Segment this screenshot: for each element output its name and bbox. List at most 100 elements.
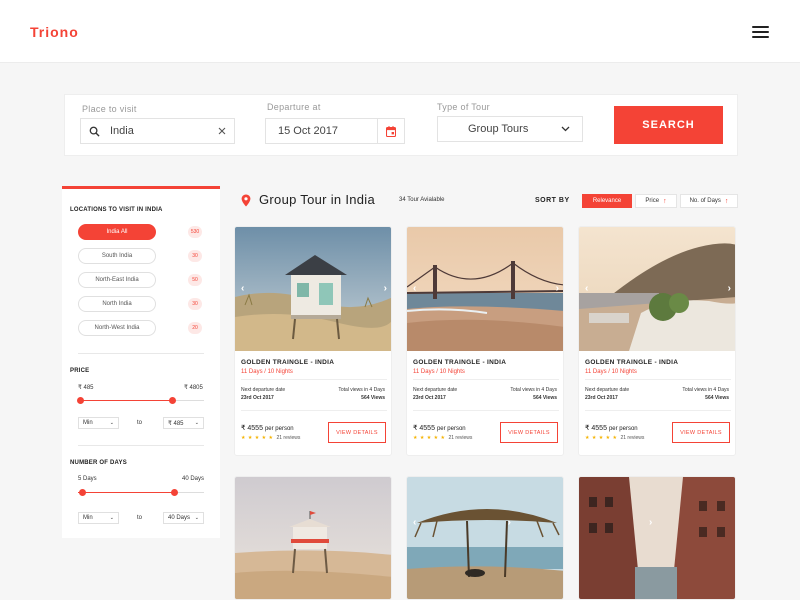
chevron-down-icon: ⌄: [194, 515, 199, 521]
card-views-label: Total views in 4 Days: [338, 387, 385, 393]
card-reviews: 21 reviews: [448, 435, 473, 441]
tour-card[interactable]: [234, 476, 392, 600]
days-min-label: 5 Days: [78, 476, 97, 482]
arrow-up-icon: ↑: [663, 197, 667, 205]
card-departure-label: Next departure date: [585, 387, 630, 393]
clear-icon[interactable]: [218, 127, 226, 135]
next-image-icon[interactable]: ›: [728, 283, 731, 294]
field-divider: [377, 118, 378, 144]
location-pill-north-west-india[interactable]: North-West India: [78, 320, 156, 336]
card-departure-label: Next departure date: [241, 387, 286, 393]
view-details-button[interactable]: VIEW DETAILS: [500, 422, 558, 443]
location-count: 30: [188, 298, 202, 310]
days-max-select[interactable]: 40 Days ⌄: [163, 512, 204, 524]
place-input[interactable]: India: [80, 118, 235, 144]
card-departure-value: 23rd Oct 2017: [413, 395, 446, 401]
view-details-button[interactable]: VIEW DETAILS: [328, 422, 386, 443]
days-max-label: 40 Days: [182, 476, 205, 482]
search-panel: Place to visit India Departure at 15 Oct…: [64, 94, 738, 156]
card-views-value: 564 Views: [361, 395, 385, 401]
hamburger-menu-icon[interactable]: [752, 26, 769, 38]
card-price: ₹ 4555 per person: [241, 425, 294, 432]
card-duration: 11 Days / 10 Nights: [585, 369, 637, 375]
search-icon: [89, 126, 100, 137]
days-slider-max-handle[interactable]: [171, 489, 178, 496]
departure-date-field[interactable]: 15 Oct 2017: [265, 118, 405, 144]
sort-relevance-button[interactable]: Relevance: [582, 194, 632, 208]
place-value: India: [110, 125, 134, 137]
sort-price-button[interactable]: Price ↑: [635, 194, 677, 208]
divider: [78, 445, 204, 446]
price-title: PRICE: [70, 368, 90, 374]
sort-by-label: SORT BY: [535, 197, 570, 204]
card-title: GOLDEN TRAINGLE - INDIA: [241, 359, 335, 366]
logo[interactable]: Triono: [30, 24, 79, 40]
price-slider[interactable]: [77, 397, 204, 404]
prev-image-icon[interactable]: ‹: [413, 283, 416, 294]
calendar-icon[interactable]: [386, 125, 396, 137]
tour-card[interactable]: ‹ › GOLDEN TRAINGLE - INDIA 11 Days / 10…: [234, 226, 392, 456]
card-duration: 11 Days / 10 Nights: [241, 369, 293, 375]
chevron-down-icon: [561, 126, 570, 132]
prev-image-icon[interactable]: ‹: [413, 517, 416, 528]
tour-type-label: Type of Tour: [437, 102, 490, 112]
tour-card[interactable]: ‹ › GOLDEN TRAINGLE - INDIA 11 Days / 10…: [578, 226, 736, 456]
tour-image-coastal-terrace: ‹ ›: [579, 227, 735, 351]
location-pin-icon: [241, 194, 251, 207]
prev-image-icon[interactable]: ‹: [585, 283, 588, 294]
divider: [78, 353, 204, 354]
location-pill-north-india[interactable]: North India: [78, 296, 156, 312]
results-count: 34 Tour Avialable: [399, 197, 445, 203]
price-max-select[interactable]: ₹ 485 ⌄: [163, 417, 204, 429]
departure-label: Departure at: [267, 102, 321, 112]
card-views-label: Total views in 4 Days: [510, 387, 557, 393]
tour-card[interactable]: ‹ › GOLDEN TRAINGLE - INDIA 11 Days / 10…: [406, 226, 564, 456]
results-title: Group Tour in India: [259, 192, 376, 207]
search-button[interactable]: SEARCH: [614, 106, 723, 144]
next-image-icon[interactable]: ›: [556, 283, 559, 294]
chevron-down-icon: ⌄: [109, 515, 114, 521]
card-views-value: 564 Views: [705, 395, 729, 401]
price-max-label: ₹ 4805: [184, 385, 203, 391]
next-image-icon[interactable]: ›: [384, 283, 387, 294]
location-pill-india-all[interactable]: India All: [78, 224, 156, 240]
star-rating-icon: ★ ★ ★ ★ ★ 21 reviews: [241, 435, 301, 441]
days-slider[interactable]: [78, 489, 204, 496]
card-reviews: 21 reviews: [620, 435, 645, 441]
tour-card[interactable]: ›: [578, 476, 736, 600]
location-count: 20: [188, 322, 202, 334]
chevron-down-icon: ⌄: [109, 420, 114, 426]
tour-type-select[interactable]: Group Tours: [437, 116, 583, 142]
sort-days-button[interactable]: No. of Days ↑: [680, 194, 738, 208]
location-count: 50: [188, 274, 202, 286]
days-min-select[interactable]: Min ⌄: [78, 512, 119, 524]
card-views-value: 564 Views: [533, 395, 557, 401]
locations-title: LOCATIONS TO VISIT IN INDIA: [70, 207, 163, 213]
tour-type-value: Group Tours: [468, 123, 529, 135]
days-to-label: to: [137, 515, 143, 521]
card-title: GOLDEN TRAINGLE - INDIA: [585, 359, 679, 366]
tour-card[interactable]: ‹ ›: [406, 476, 564, 600]
top-bar: Triono: [0, 0, 800, 63]
tour-image-beach-hut: ‹ ›: [235, 227, 391, 351]
price-slider-min-handle[interactable]: [77, 397, 84, 404]
next-image-icon[interactable]: ›: [508, 517, 511, 528]
card-price: ₹ 4555 per person: [413, 425, 466, 432]
card-views-label: Total views in 4 Days: [682, 387, 729, 393]
tour-image-canal-street: ›: [579, 477, 735, 599]
location-pill-north-east-india[interactable]: North-East India: [78, 272, 156, 288]
days-title: NUMBER OF DAYS: [70, 460, 127, 466]
filter-sidebar: LOCATIONS TO VISIT IN INDIA India All 53…: [62, 186, 220, 538]
price-slider-max-handle[interactable]: [169, 397, 176, 404]
card-duration: 11 Days / 10 Nights: [413, 369, 465, 375]
next-image-icon[interactable]: ›: [649, 517, 652, 528]
tour-image-palm-shelter: ‹ ›: [407, 477, 563, 599]
location-pill-south-india[interactable]: South India: [78, 248, 156, 264]
view-details-button[interactable]: VIEW DETAILS: [672, 422, 730, 443]
location-count: 530: [188, 226, 202, 238]
departure-value: 15 Oct 2017: [278, 125, 338, 137]
price-min-select[interactable]: Min ⌄: [78, 417, 119, 429]
days-slider-min-handle[interactable]: [79, 489, 86, 496]
prev-image-icon[interactable]: ‹: [241, 283, 244, 294]
star-rating-icon: ★ ★ ★ ★ ★ 21 reviews: [585, 435, 645, 441]
